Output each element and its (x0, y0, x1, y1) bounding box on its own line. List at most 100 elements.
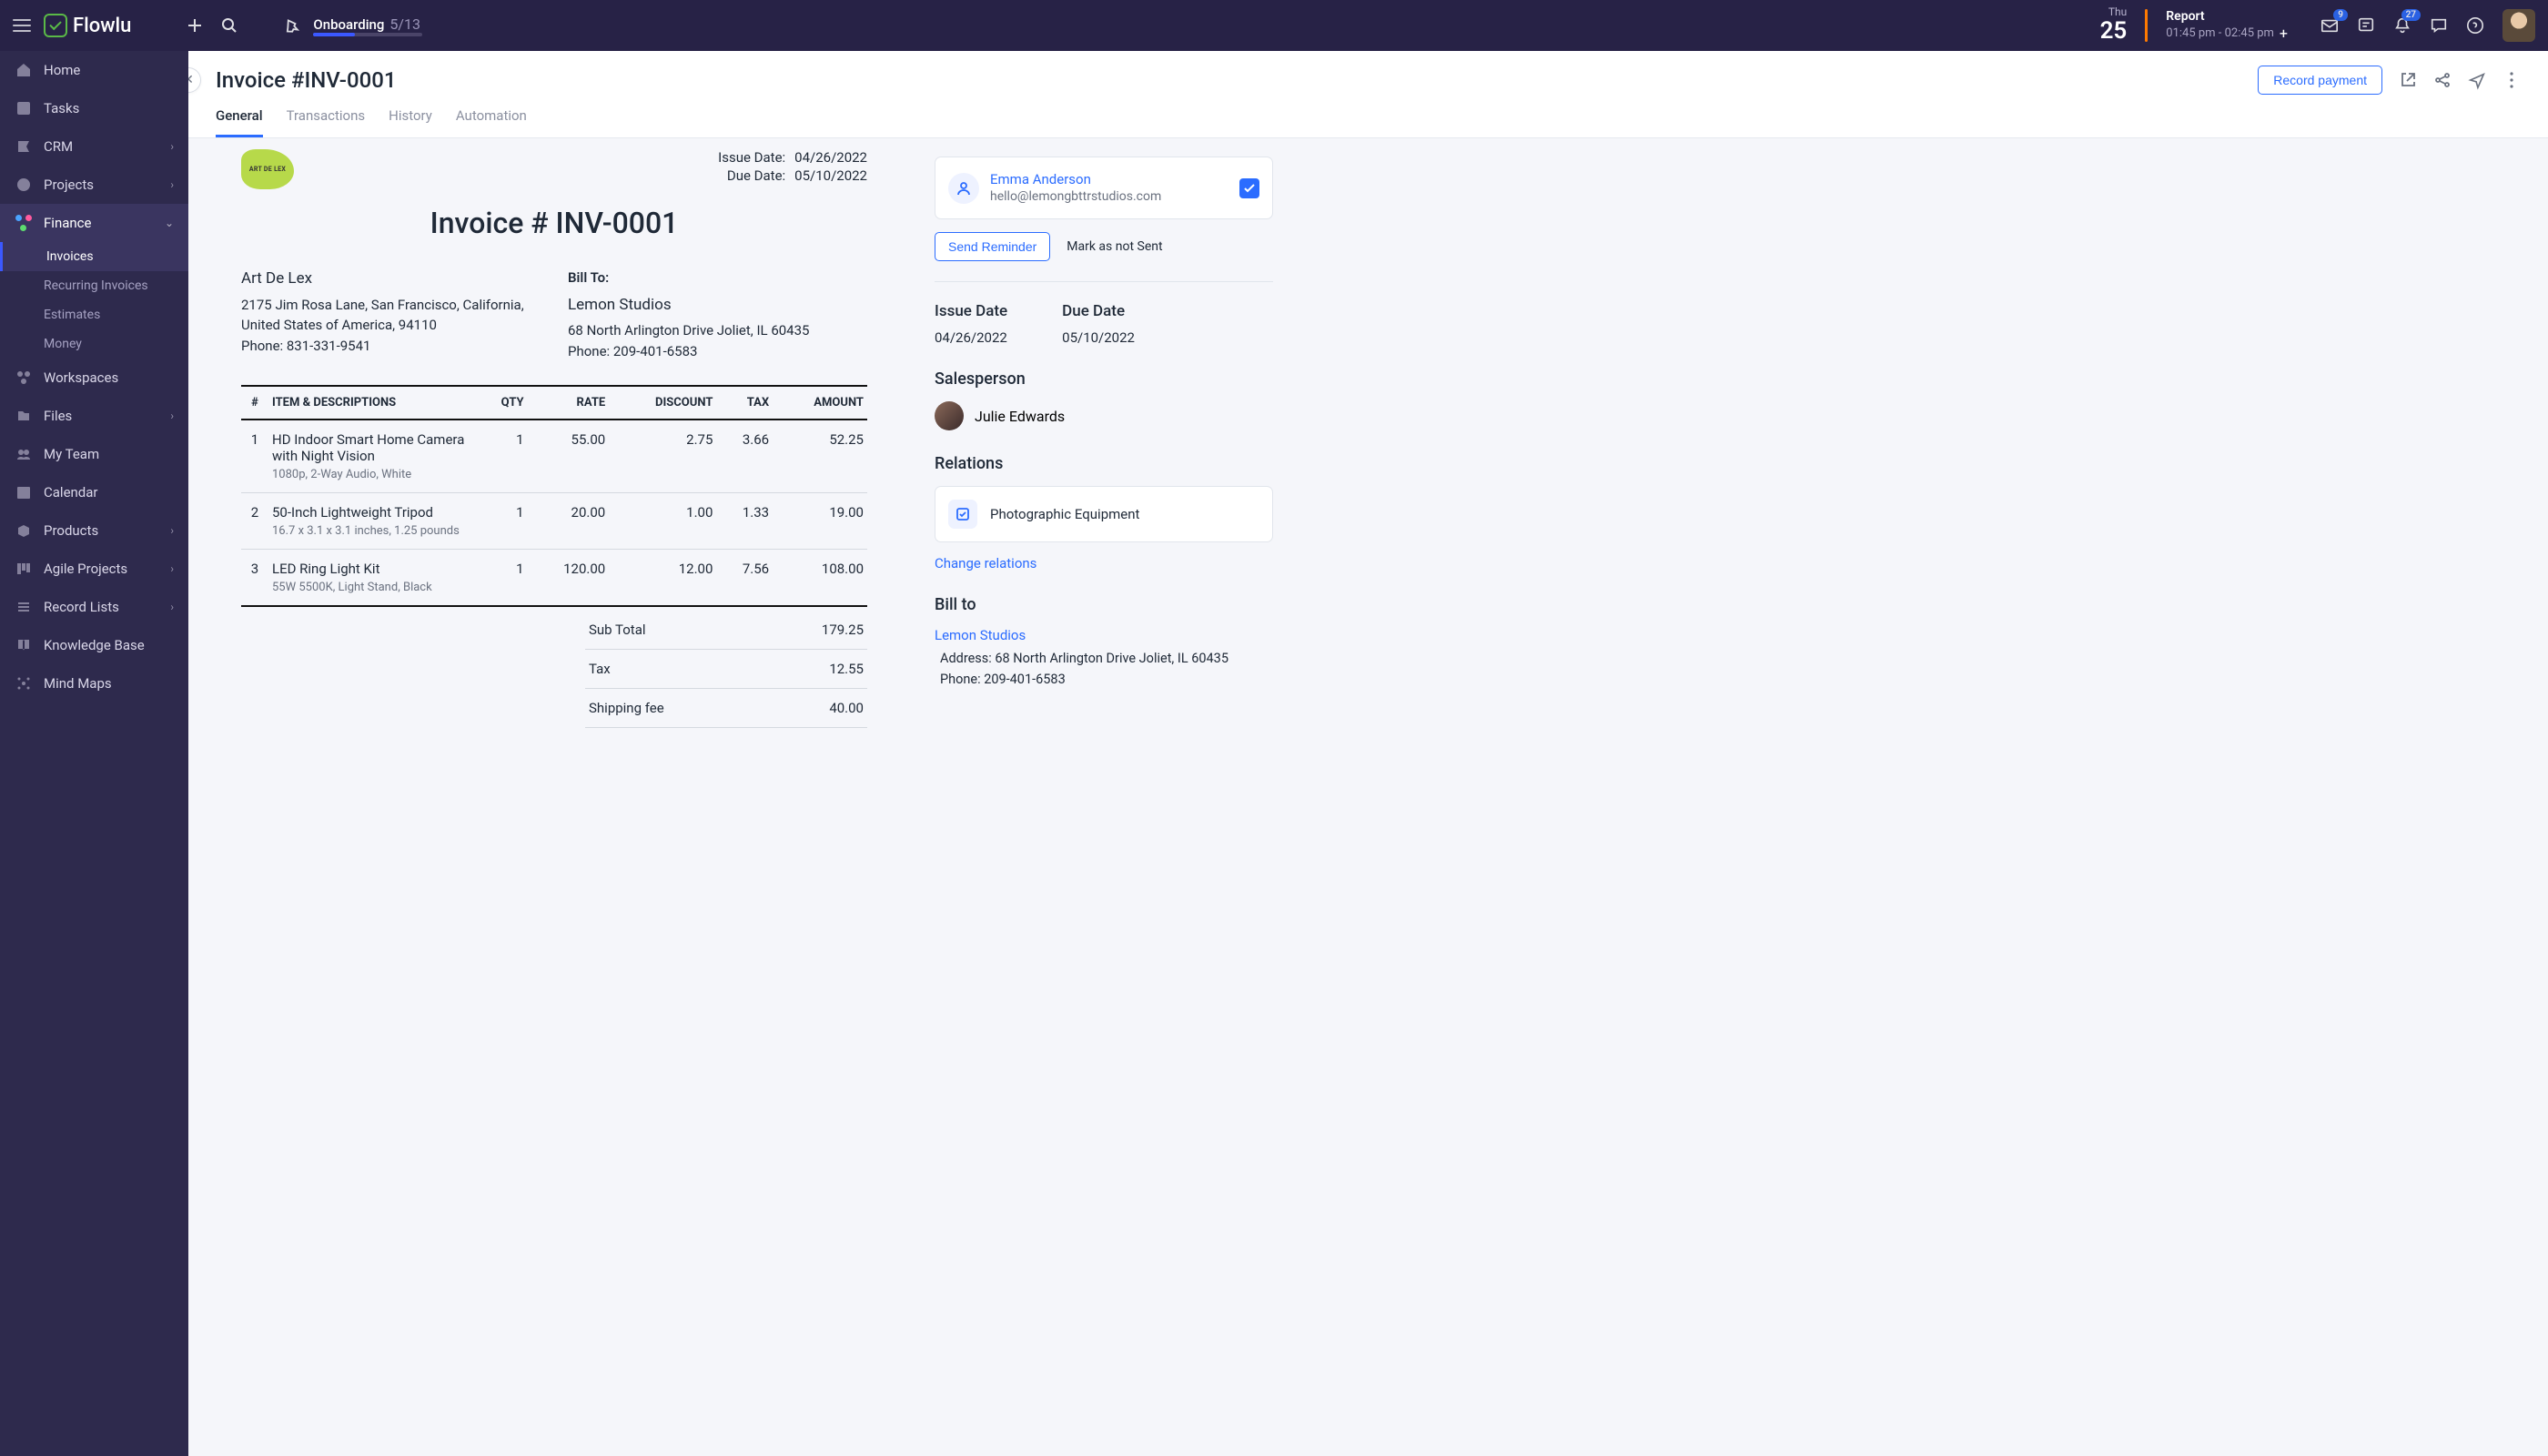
book-icon (15, 636, 33, 654)
tab-automation[interactable]: Automation (456, 107, 527, 137)
chevron-right-icon: › (170, 601, 174, 613)
invoice-document: ART DE LEX Issue Date:04/26/2022 Due Dat… (188, 138, 907, 1456)
page-header: Invoice #INV-0001 Record payment General… (188, 51, 2548, 138)
salesperson-avatar (935, 401, 964, 430)
company-logo: ART DE LEX (241, 149, 294, 189)
table-row: 3 LED Ring Light Kit55W 5500K, Light Sta… (241, 550, 867, 607)
invoice-heading: Invoice # INV-0001 (241, 206, 867, 240)
relation-icon (948, 500, 977, 529)
bell-icon[interactable]: 27 (2393, 16, 2412, 35)
sidebar-item-mindmaps[interactable]: Mind Maps (0, 664, 188, 703)
sidebar-item-agile[interactable]: Agile Projects› (0, 550, 188, 588)
record-payment-button[interactable]: Record payment (2258, 66, 2382, 95)
bell-badge: 27 (2401, 9, 2421, 21)
billto-phone: Phone: 209-401-6583 (935, 670, 1273, 690)
sidebar-item-tasks[interactable]: Tasks (0, 89, 188, 127)
line-items-table: # ITEM & DESCRIPTIONS QTY RATE DISCOUNT … (241, 385, 867, 607)
sidebar-item-calendar[interactable]: Calendar (0, 473, 188, 511)
sidebar-item-myteam[interactable]: My Team (0, 435, 188, 473)
chat-icon[interactable] (2430, 16, 2448, 35)
sidebar-item-projects[interactable]: Projects› (0, 166, 188, 204)
person-icon (948, 173, 979, 204)
salesperson-row[interactable]: Julie Edwards (935, 401, 1273, 430)
chevron-right-icon: › (170, 562, 174, 575)
chevron-right-icon: › (170, 178, 174, 191)
date-display: Thu 25 (2100, 6, 2128, 45)
due-date-label: Due Date (1062, 302, 1135, 320)
totals: Sub Total179.25 Tax12.55 Shipping fee40.… (585, 611, 867, 728)
invoice-dates: Issue Date:04/26/2022 Due Date:05/10/202… (718, 149, 867, 186)
sidebar-item-kb[interactable]: Knowledge Base (0, 626, 188, 664)
add-time-icon[interactable]: + (2280, 25, 2288, 42)
user-avatar[interactable] (2502, 9, 2535, 42)
logo-mark-icon (44, 14, 67, 37)
issue-date-label: Issue Date (935, 302, 1007, 320)
relations-label: Relations (935, 454, 1273, 473)
products-icon (15, 521, 33, 540)
home-icon (15, 61, 33, 79)
relation-card[interactable]: Photographic Equipment (935, 486, 1273, 542)
search-icon[interactable] (220, 16, 238, 35)
calendar-icon (15, 483, 33, 501)
pin-icon (284, 16, 302, 35)
chevron-right-icon: › (170, 140, 174, 153)
tab-history[interactable]: History (389, 107, 432, 137)
salesperson-name: Julie Edwards (975, 408, 1065, 425)
tabs: General Transactions History Automation (216, 107, 2521, 137)
files-icon (15, 407, 33, 425)
sidebar-item-files[interactable]: Files› (0, 397, 188, 435)
workspaces-icon (15, 369, 33, 387)
tab-transactions[interactable]: Transactions (287, 107, 366, 137)
report-widget[interactable]: Report 01:45 pm - 02:45 pm+ (2166, 9, 2288, 42)
menu-toggle[interactable] (13, 19, 31, 32)
chevron-down-icon: ⌄ (165, 217, 174, 229)
mark-not-sent-link[interactable]: Mark as not Sent (1067, 239, 1162, 254)
tab-general[interactable]: General (216, 107, 263, 137)
mail-badge: 9 (2333, 9, 2348, 21)
send-reminder-button[interactable]: Send Reminder (935, 232, 1050, 261)
app-logo[interactable]: Flowlu (44, 14, 131, 37)
contact-name[interactable]: Emma Anderson (990, 170, 1228, 188)
billto-company-link[interactable]: Lemon Studios (935, 627, 1273, 643)
onboarding-progress (313, 33, 422, 36)
more-icon[interactable] (2502, 71, 2521, 89)
divider (2145, 9, 2148, 42)
sidebar-item-finance[interactable]: Finance⌄ (0, 204, 188, 242)
crm-icon (15, 137, 33, 156)
sidebar-item-recordlists[interactable]: Record Lists› (0, 588, 188, 626)
table-row: 2 50-Inch Lightweight Tripod16.7 x 3.1 x… (241, 493, 867, 550)
tasks-icon (15, 99, 33, 117)
team-icon (15, 445, 33, 463)
sidebar-item-home[interactable]: Home (0, 51, 188, 89)
sidebar: Home Tasks CRM› Projects› Finance⌄ Invoi… (0, 51, 188, 1456)
agile-icon (15, 560, 33, 578)
sidebar-item-crm[interactable]: CRM› (0, 127, 188, 166)
chevron-right-icon: › (170, 410, 174, 422)
billto-label: Bill to (935, 595, 1273, 614)
note-icon[interactable] (2357, 16, 2375, 35)
sidebar-sub-recurring[interactable]: Recurring Invoices (0, 271, 188, 300)
sidebar-sub-money[interactable]: Money (0, 329, 188, 359)
help-icon[interactable] (2466, 16, 2484, 35)
topbar: Flowlu Onboarding5/13 Thu 25 Report 01:4… (0, 0, 2548, 51)
share-icon[interactable] (2433, 71, 2452, 89)
send-icon[interactable] (2468, 71, 2486, 89)
from-address: Art De Lex 2175 Jim Rosa Lane, San Franc… (241, 268, 541, 361)
sidebar-item-workspaces[interactable]: Workspaces (0, 359, 188, 397)
finance-icon (15, 214, 33, 232)
sidebar-sub-invoices[interactable]: Invoices (0, 242, 188, 271)
check-icon[interactable] (1239, 178, 1259, 198)
projects-icon (15, 176, 33, 194)
sidebar-sub-estimates[interactable]: Estimates (0, 300, 188, 329)
external-link-icon[interactable] (2399, 71, 2417, 89)
change-relations-link[interactable]: Change relations (935, 555, 1036, 571)
chevron-right-icon: › (170, 524, 174, 537)
relation-text: Photographic Equipment (990, 506, 1139, 522)
list-icon (15, 598, 33, 616)
sidebar-item-products[interactable]: Products› (0, 511, 188, 550)
onboarding-widget[interactable]: Onboarding5/13 (284, 15, 422, 36)
details-sidebar: Emma Anderson hello@lemongbttrstudios.co… (907, 138, 1300, 1456)
contact-card[interactable]: Emma Anderson hello@lemongbttrstudios.co… (935, 157, 1273, 219)
mail-icon[interactable]: 9 (2320, 16, 2339, 35)
plus-icon[interactable] (186, 16, 204, 35)
